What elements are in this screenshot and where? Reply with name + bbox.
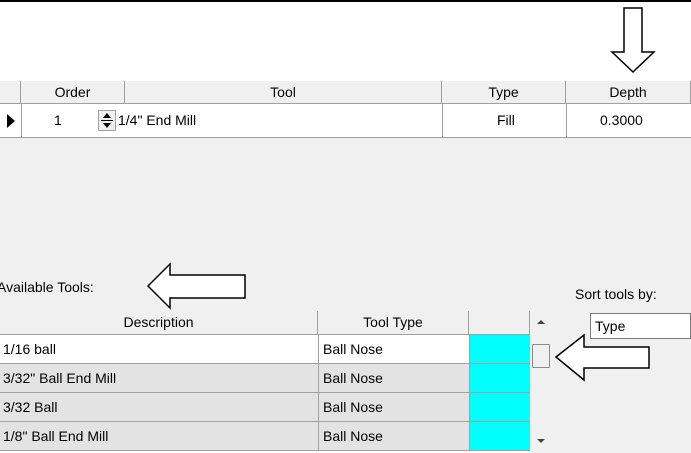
tool-description: 3/32 Ball — [3, 399, 58, 415]
available-tools-label: Available Tools: — [0, 279, 94, 295]
tool-color-swatch — [469, 364, 530, 392]
tool-description: 1/16 ball — [3, 341, 56, 357]
tool-color-swatch — [469, 335, 530, 363]
list-item[interactable]: 1/16 ball Ball Nose — [0, 335, 530, 364]
annotation-arrow-left-icon — [554, 333, 650, 382]
tool-color-swatch — [469, 422, 530, 450]
tools-list-scrollbar[interactable] — [530, 311, 552, 453]
column-header-tool-type[interactable]: Tool Type — [318, 311, 469, 335]
toolpath-order-grid: Order Tool Type Depth 1 1/4" End Mill Fi… — [0, 81, 691, 141]
depth-value: 0.3000 — [600, 112, 643, 128]
column-header-type[interactable]: Type — [442, 81, 566, 104]
type-value: Fill — [497, 112, 515, 128]
tool-type: Ball Nose — [323, 341, 383, 357]
order-value: 1 — [54, 112, 62, 128]
tool-type: Ball Nose — [323, 428, 383, 444]
tool-type: Ball Nose — [323, 399, 383, 415]
scroll-down-icon[interactable] — [537, 439, 545, 443]
tool-description: 3/32" Ball End Mill — [3, 370, 117, 386]
top-border — [0, 0, 691, 2]
column-header-order[interactable]: Order — [21, 81, 125, 104]
scroll-up-icon[interactable] — [537, 320, 545, 324]
annotation-arrow-down-icon — [610, 7, 656, 74]
annotation-arrow-left-icon — [146, 262, 246, 310]
spinner-up-icon[interactable] — [103, 113, 111, 118]
spinner-down-icon[interactable] — [103, 123, 111, 128]
scroll-thumb[interactable] — [532, 344, 550, 368]
list-item[interactable]: 3/32" Ball End Mill Ball Nose — [0, 364, 530, 393]
list-item[interactable]: 1/8" Ball End Mill Ball Nose — [0, 422, 530, 451]
table-row[interactable]: 1 1/4" End Mill Fill 0.3000 — [0, 104, 691, 138]
list-item[interactable]: 3/32 Ball Ball Nose — [0, 393, 530, 422]
order-spinner[interactable] — [98, 110, 116, 131]
column-header-tool[interactable]: Tool — [125, 81, 442, 104]
column-header-color[interactable] — [469, 311, 530, 335]
tool-description: 1/8" Ball End Mill — [3, 428, 109, 444]
tool-color-swatch — [469, 393, 530, 421]
sort-tools-label: Sort tools by: — [575, 286, 657, 302]
tool-value: 1/4" End Mill — [118, 112, 197, 128]
grid-corner-header — [0, 81, 21, 104]
available-tools-list: Description Tool Type 1/16 ball Ball Nos… — [0, 311, 552, 453]
column-header-description[interactable]: Description — [0, 311, 318, 335]
tool-type: Ball Nose — [323, 370, 383, 386]
row-pointer-icon — [7, 114, 15, 128]
column-header-depth[interactable]: Depth — [566, 81, 691, 104]
